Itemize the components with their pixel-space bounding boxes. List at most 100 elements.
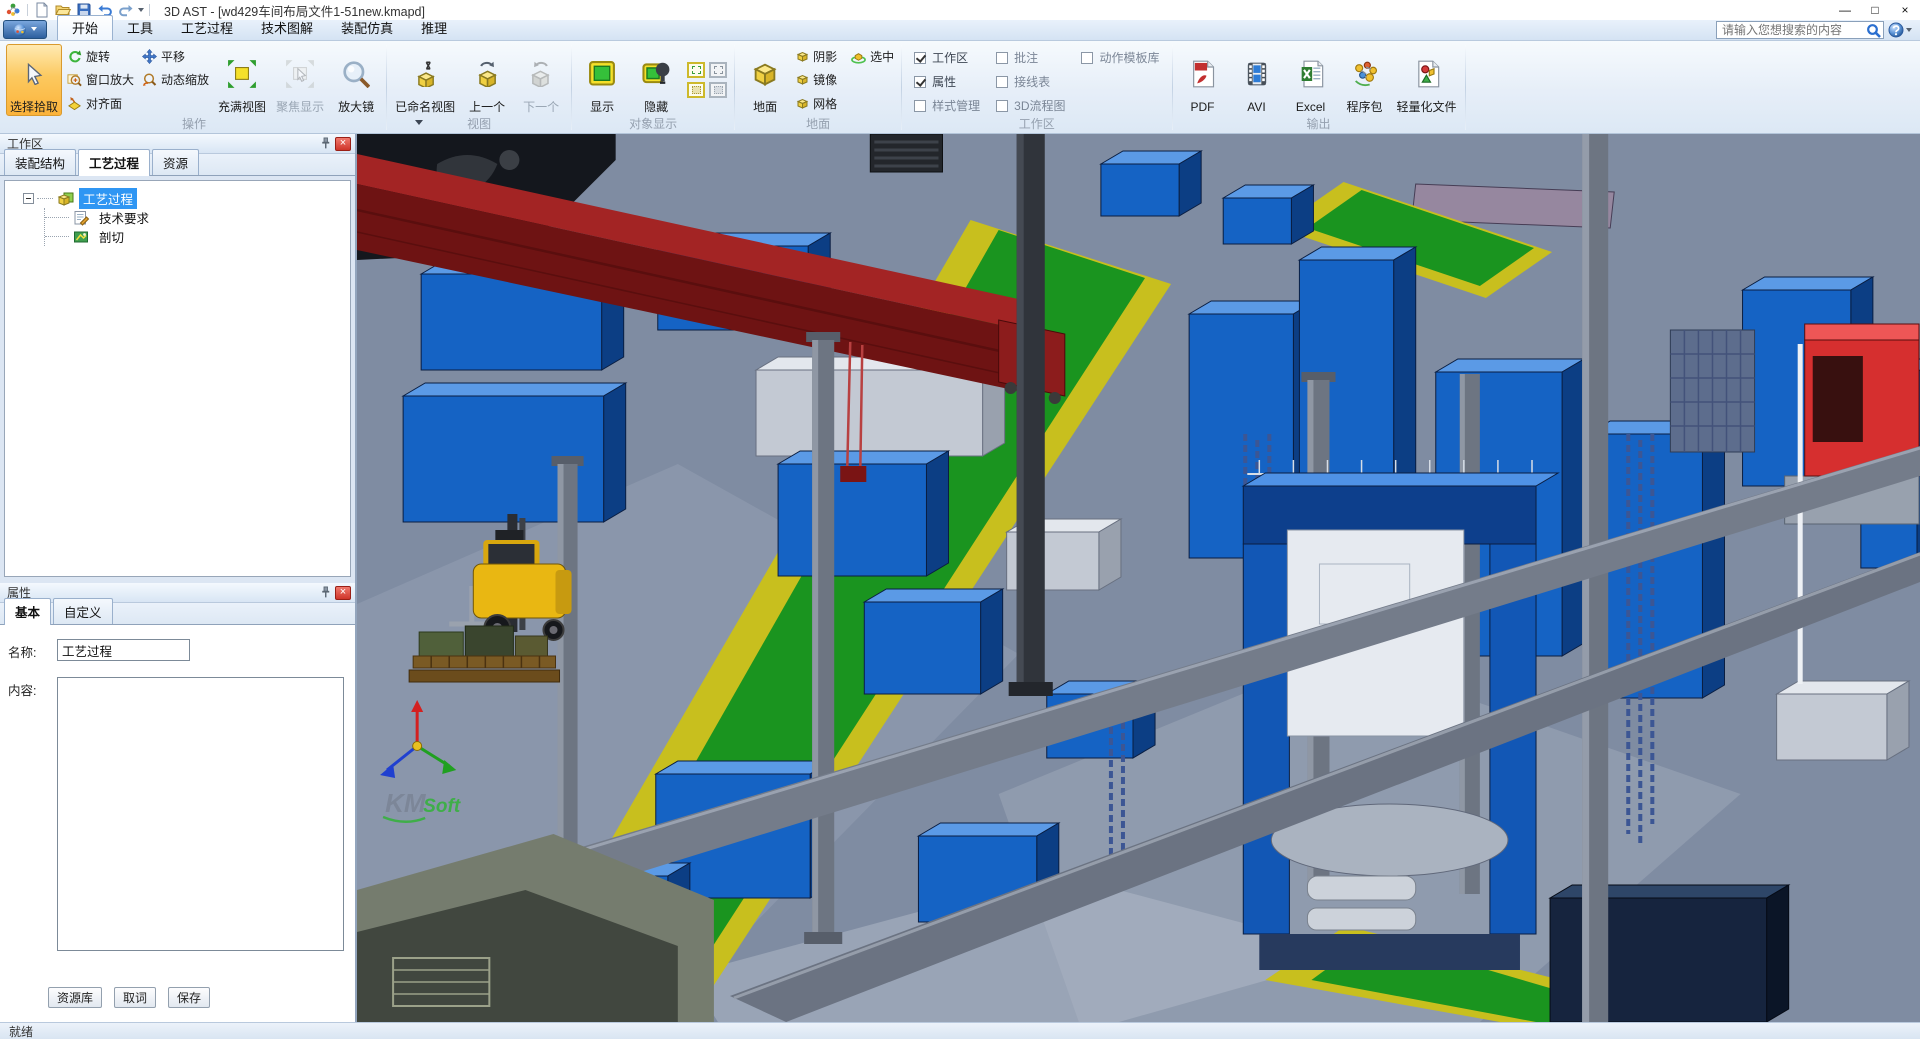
tree-row-root[interactable]: 工艺过程 [7,189,348,208]
zoom-window-button[interactable]: 窗口放大 [64,71,137,89]
checkbox-icon [914,52,926,64]
export-excel-button[interactable]: Excel [1285,44,1337,116]
help-button[interactable] [1888,22,1912,38]
qat-customize-caret[interactable] [138,8,144,15]
tab-process-tree[interactable]: 工艺过程 [78,149,150,176]
shadow-button[interactable]: 阴影 [793,47,840,65]
application-menu-button[interactable] [3,20,47,39]
export-avi-button[interactable]: AVI [1231,44,1283,116]
selected-button[interactable]: 选中 [848,47,897,65]
align-face-icon [67,96,82,111]
checkbox-wiring-table[interactable]: 接线表 [996,73,1065,90]
lightweight-file-icon [1414,47,1440,100]
mirror-button[interactable]: 镜像 [793,71,897,89]
content-field[interactable] [57,677,344,951]
close-icon[interactable]: × [335,586,351,600]
divider [27,4,28,16]
group-label-ground: 地面 [737,116,899,133]
checkbox-workspace[interactable]: 工作区 [914,49,980,66]
checkbox-icon [914,76,926,88]
tab-tools[interactable]: 工具 [113,15,167,40]
tree-row-child[interactable]: 技术要求 [45,208,348,227]
zoom-window-icon [67,72,82,87]
rotate-button[interactable]: 旋转 [64,47,137,65]
tree-node-label[interactable]: 剖切 [95,226,128,247]
left-dock: 工作区 × 装配结构 工艺过程 资源 工艺过程 [0,134,357,1022]
checkbox-properties[interactable]: 属性 [914,73,980,90]
align-face-button[interactable]: 对齐面 [64,94,137,112]
close-button[interactable]: × [1890,1,1920,20]
tab-custom[interactable]: 自定义 [53,598,113,624]
hide-icon [642,47,670,100]
show-button[interactable]: 显示 [576,44,628,116]
chevron-down-icon [1906,28,1912,35]
checkbox-style-manager[interactable]: 样式管理 [914,97,980,114]
toggle-show-selected[interactable] [687,62,705,78]
export-pdf-button[interactable]: PDF [1177,44,1229,116]
minimize-button[interactable]: — [1830,1,1860,20]
toggle-show-unselected[interactable] [709,62,727,78]
status-text: 就绪 [9,1023,33,1039]
ribbon-tabbar: 开始 工具 工艺过程 技术图解 装配仿真 推理 [0,20,1920,41]
checkbox-action-template-lib[interactable]: 动作模板库 [1081,49,1159,66]
select-pick-button[interactable]: 选择拾取 [6,44,62,116]
tech-requirements-icon [72,210,90,226]
ribbon-group-output: PDF AVI Excel 程序包 轻量化文件 [1173,42,1465,133]
ribbon-group-operations: 选择拾取 旋转 窗口放大 对齐面 平移 动态缩放 充满视图 [2,42,386,133]
tab-tech-diagram[interactable]: 技术图解 [247,15,327,40]
search-input[interactable] [1716,21,1884,39]
properties-content: 名称: 内容: 资源库 取词 保存 [0,625,355,1022]
focus-display-button: 聚焦显示 [272,44,328,116]
tab-resources[interactable]: 资源 [152,149,199,175]
perforated-cabinet[interactable] [1670,330,1754,452]
maximize-button[interactable]: □ [1860,1,1890,20]
tree-row-child[interactable]: 剖切 [45,227,348,246]
ground-button[interactable]: 地面 [739,44,791,116]
fit-view-icon [227,47,257,100]
divider [1465,45,1466,130]
name-field-label: 名称: [8,639,57,661]
close-icon[interactable]: × [335,137,351,151]
name-field[interactable] [57,639,190,661]
checkbox-3d-flowchart[interactable]: 3D流程图 [996,97,1065,114]
tree-node-label[interactable]: 工艺过程 [79,188,137,209]
tab-process[interactable]: 工艺过程 [167,15,247,40]
tab-assembly-sim[interactable]: 装配仿真 [327,15,407,40]
pin-icon[interactable] [316,136,331,151]
save-button[interactable]: 保存 [168,987,210,1008]
chevron-down-icon [31,27,37,34]
named-views-button[interactable]: 已命名视图 [391,44,459,116]
tree-node-label[interactable]: 技术要求 [95,207,153,228]
export-lightweight-button[interactable]: 轻量化文件 [1393,44,1461,116]
toggle-hide-unselected[interactable] [709,82,727,98]
dynamic-zoom-button[interactable]: 动态缩放 [139,71,212,89]
magnifier-button[interactable]: 放大镜 [330,44,382,116]
search-area [1716,21,1912,39]
pin-icon[interactable] [316,585,331,600]
shadow-icon [796,50,809,63]
checkbox-annotations[interactable]: 批注 [996,49,1065,66]
toggle-hide-selected[interactable] [687,82,705,98]
fit-view-button[interactable]: 充满视图 [214,44,270,116]
resource-library-button[interactable]: 资源库 [48,987,102,1008]
new-file-icon[interactable] [33,2,51,19]
grid-icon [796,97,809,110]
previous-view-button[interactable]: 上一个 [461,44,513,116]
pick-word-button[interactable]: 取词 [114,987,156,1008]
checkbox-icon [996,76,1008,88]
tab-inference[interactable]: 推理 [407,15,461,40]
display-filter-toggles [687,62,727,98]
export-package-button[interactable]: 程序包 [1339,44,1391,116]
tab-assembly-structure[interactable]: 装配结构 [4,149,76,175]
named-views-dropdown-caret[interactable] [415,120,423,129]
tab-basic[interactable]: 基本 [4,598,51,625]
dynamic-zoom-icon [142,72,157,87]
grid-button[interactable]: 网格 [793,94,897,112]
pan-button[interactable]: 平移 [139,47,212,65]
viewport-3d[interactable]: KM Soft [357,134,1920,1022]
ribbon-group-workspace: 工作区 属性 样式管理 批注 接线表 3D流程图 动作模板库 工作区 [902,42,1171,133]
tree-expander-icon[interactable] [23,193,34,204]
hide-button[interactable]: 隐藏 [630,44,682,116]
tab-home[interactable]: 开始 [57,15,113,40]
search-icon[interactable] [1866,23,1881,38]
